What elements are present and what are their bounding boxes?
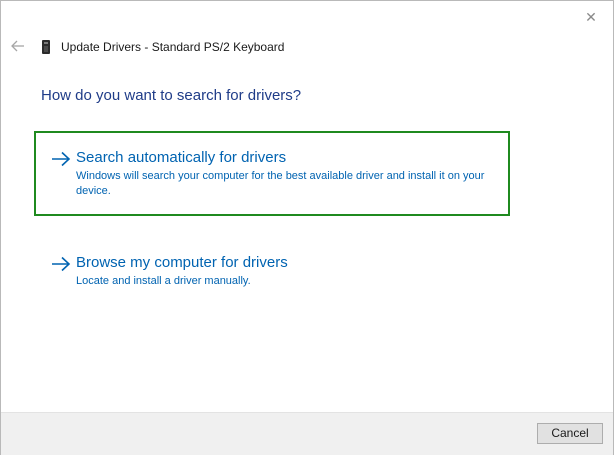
browse-computer-option[interactable]: Browse my computer for drivers Locate an… — [34, 239, 510, 299]
back-arrow-icon — [11, 40, 24, 52]
option-title: Browse my computer for drivers — [76, 254, 288, 271]
back-button[interactable] — [9, 37, 27, 55]
update-drivers-window: ✕ Update Drivers - Standard PS/2 Keyboar… — [0, 0, 614, 455]
dialog-footer: Cancel — [1, 412, 613, 455]
keyboard-device-icon — [42, 40, 50, 54]
arrow-right-icon — [52, 256, 71, 272]
option-description: Locate and install a driver manually. — [76, 275, 251, 287]
page-heading: How do you want to search for drivers? — [41, 87, 302, 104]
arrow-right-icon — [52, 151, 71, 167]
option-title: Search automatically for drivers — [76, 149, 287, 166]
window-title: Update Drivers - Standard PS/2 Keyboard — [61, 40, 285, 54]
cancel-button[interactable]: Cancel — [537, 423, 603, 444]
option-description: Windows will search your computer for th… — [76, 170, 485, 197]
close-icon: ✕ — [585, 9, 597, 25]
close-button[interactable]: ✕ — [581, 7, 601, 27]
window-title-bar: Update Drivers - Standard PS/2 Keyboard — [41, 38, 284, 56]
search-automatically-option[interactable]: Search automatically for drivers Windows… — [34, 131, 510, 216]
